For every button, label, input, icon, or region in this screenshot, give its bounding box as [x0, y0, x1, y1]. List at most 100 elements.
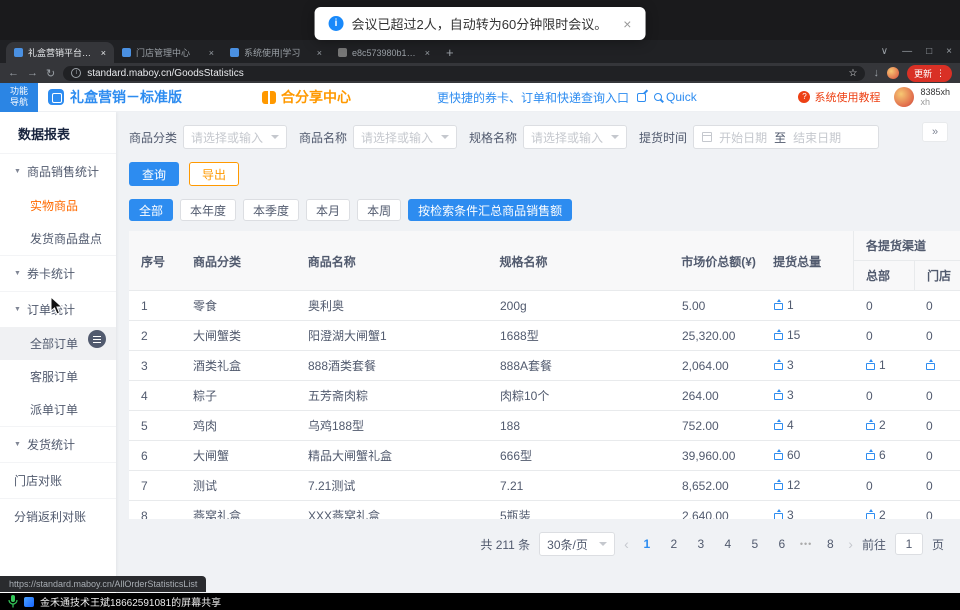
page-number[interactable]: 6: [773, 537, 791, 551]
reload-icon[interactable]: ↻: [46, 67, 55, 80]
user-menu[interactable]: 8385xh xh: [894, 87, 950, 107]
sidebar-group[interactable]: ▼发货统计: [0, 426, 116, 462]
pickup-link-cell[interactable]: 6: [854, 448, 914, 463]
close-icon[interactable]: ×: [623, 16, 631, 32]
pickup-link-cell[interactable]: 1: [854, 358, 914, 373]
tab-close-icon[interactable]: ×: [317, 48, 322, 58]
sidebar-item[interactable]: 发货商品盘点: [0, 222, 116, 255]
pickup-link-cell[interactable]: 60: [762, 448, 854, 463]
address-bar[interactable]: i standard.maboy.cn/GoodsStatistics ☆: [63, 66, 865, 81]
pickup-link-cell[interactable]: 3: [762, 508, 854, 519]
page-number[interactable]: 8: [821, 537, 839, 551]
sidebar-item[interactable]: 派单订单: [0, 393, 116, 426]
pickup-link-cell[interactable]: 12: [762, 478, 854, 493]
update-label: 更新: [914, 67, 932, 80]
browser-tab[interactable]: 礼盒营销平台管理中心×: [6, 42, 114, 63]
table-row: 6大闸蟹精品大闸蟹礼盒666型39,960.006060: [129, 441, 960, 471]
cell-category: 测试: [181, 477, 296, 494]
download-icon[interactable]: ↓: [873, 67, 879, 79]
question-icon: ?: [798, 91, 810, 103]
cell-index: 2: [129, 329, 181, 343]
pickup-count: 1: [774, 298, 794, 312]
next-page-button[interactable]: ›: [848, 536, 853, 552]
period-tab[interactable]: 本月: [306, 199, 350, 221]
cell-category: 大闸蟹: [181, 447, 296, 464]
table-row: 7测试7.21测试7.218,652.001200: [129, 471, 960, 501]
page-number[interactable]: 5: [746, 537, 764, 551]
sidebar-group[interactable]: ▼券卡统计: [0, 255, 116, 291]
export-button[interactable]: 导出: [189, 162, 239, 186]
sidebar-item[interactable]: 实物商品: [0, 189, 116, 222]
tab-search-icon[interactable]: ∨: [881, 46, 888, 57]
maximize-button[interactable]: □: [926, 46, 932, 57]
tab-close-icon[interactable]: ×: [101, 48, 106, 58]
browser-profile-avatar[interactable]: [887, 67, 899, 79]
query-button[interactable]: 查询: [129, 162, 179, 186]
tutorial-link[interactable]: ? 系统使用教程: [798, 89, 880, 105]
pickup-link-cell[interactable]: 2: [854, 508, 914, 519]
pickup-link-cell[interactable]: [914, 359, 960, 373]
sales-table: 序号商品分类商品名称规格名称市场价总额(¥)提货总量各提货渠道总部门店 1零食奥…: [129, 231, 960, 519]
chrome-update-button[interactable]: 更新 ⋮: [907, 65, 952, 82]
filter-select[interactable]: 请选择或输入: [183, 125, 287, 149]
forward-icon[interactable]: →: [27, 67, 38, 79]
goto-page-input[interactable]: 1: [895, 533, 923, 555]
page-number[interactable]: 3: [692, 537, 710, 551]
period-tab[interactable]: 全部: [129, 199, 173, 221]
microphone-icon[interactable]: [8, 595, 18, 608]
site-info-icon[interactable]: i: [71, 68, 81, 78]
pickup-box-icon: [926, 363, 935, 370]
page-ellipsis: •••: [800, 539, 812, 549]
function-nav-button[interactable]: 功能 导航: [0, 83, 38, 112]
collapse-filters-button[interactable]: »: [922, 122, 948, 142]
pickup-value: 1: [787, 298, 794, 312]
pickup-link-cell[interactable]: 3: [762, 388, 854, 403]
tab-close-icon[interactable]: ×: [425, 48, 430, 58]
period-tab[interactable]: 本周: [357, 199, 401, 221]
sidebar-group[interactable]: 分销返利对账: [0, 498, 116, 534]
page-number[interactable]: 2: [665, 537, 683, 551]
table-cell: 0: [854, 479, 914, 493]
quick-search-link[interactable]: Quick: [654, 90, 697, 104]
browser-tab[interactable]: 门店管理中心×: [114, 42, 222, 63]
sidebar-group[interactable]: ▼商品销售统计: [0, 153, 116, 189]
sidebar-group[interactable]: 门店对账: [0, 462, 116, 498]
minimize-button[interactable]: —: [902, 46, 912, 57]
pickup-link-cell[interactable]: 1: [762, 298, 854, 313]
share-center-link[interactable]: 合分享中心: [281, 87, 351, 107]
column-header: 市场价总额(¥): [669, 231, 761, 291]
new-tab-button[interactable]: +: [446, 45, 454, 60]
close-window-button[interactable]: ×: [946, 46, 952, 57]
period-tab[interactable]: 本季度: [243, 199, 299, 221]
sidebar-item[interactable]: 客服订单: [0, 360, 116, 393]
filter-select[interactable]: 请选择或输入: [523, 125, 627, 149]
pickup-link-cell[interactable]: 3: [762, 358, 854, 373]
bookmark-star-icon[interactable]: ☆: [849, 68, 858, 79]
sidebar-group[interactable]: ▼订单统计: [0, 291, 116, 327]
browser-tab[interactable]: e8c573980b1328a258fd2e6f×: [330, 42, 438, 63]
cell-amount: 752.00: [670, 419, 762, 433]
meeting-toast: i 会议已超过2人，自动转为60分钟限时会议。 ×: [315, 7, 646, 40]
back-icon[interactable]: ←: [8, 67, 19, 79]
screen-share-text: 金禾通技术王斌18662591081的屏幕共享: [40, 594, 221, 609]
browser-tab[interactable]: 系统使用|学习×: [222, 42, 330, 63]
date-range-input[interactable]: 开始日期 至 结束日期: [693, 125, 879, 149]
period-tab[interactable]: 本年度: [180, 199, 236, 221]
prev-page-button[interactable]: ‹: [624, 536, 629, 552]
promo-text[interactable]: 更快捷的券卡、订单和快递查询入口: [437, 89, 629, 106]
tab-close-icon[interactable]: ×: [209, 48, 214, 58]
summary-button[interactable]: 按检索条件汇总商品销售额: [408, 199, 572, 221]
pickup-link-cell[interactable]: 4: [762, 418, 854, 433]
cell-spec: 5瓶装: [488, 507, 670, 519]
chevron-down-icon: [441, 135, 449, 139]
table-cell: 0: [914, 479, 960, 493]
page-size-select[interactable]: 30条/页: [539, 532, 615, 556]
column-header: 商品分类: [181, 231, 296, 291]
page-number[interactable]: 4: [719, 537, 737, 551]
cell-index: 6: [129, 449, 181, 463]
sidebar-collapse-handle[interactable]: [88, 330, 106, 348]
page-number[interactable]: 1: [638, 537, 656, 551]
filter-select[interactable]: 请选择或输入: [353, 125, 457, 149]
pickup-link-cell[interactable]: 15: [762, 328, 854, 343]
pickup-link-cell[interactable]: 2: [854, 418, 914, 433]
